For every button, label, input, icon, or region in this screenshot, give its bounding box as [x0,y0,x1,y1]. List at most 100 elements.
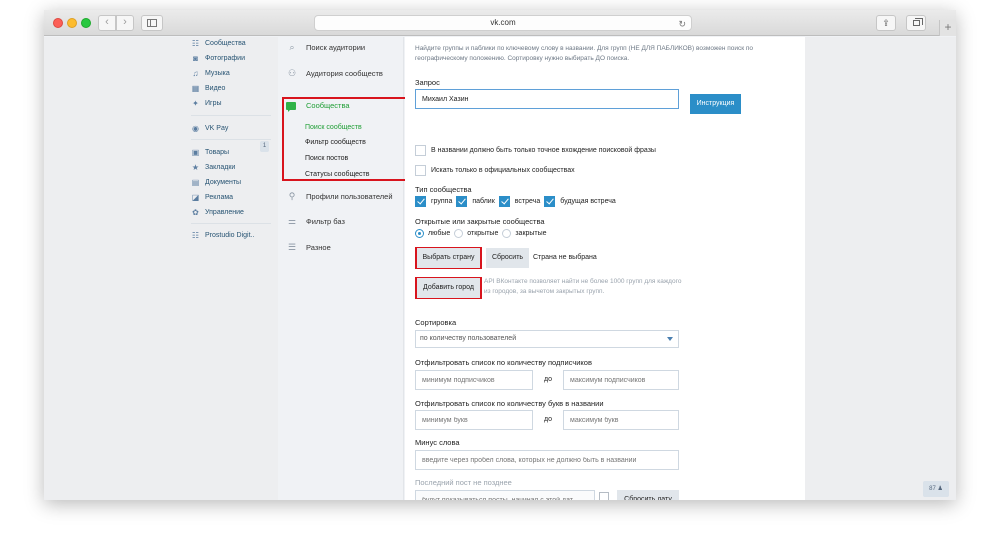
tool-menu: ⌕ Поиск аудитории ⚇ Аудитория сообществ … [278,37,408,500]
form-description: Найдите группы и паблики по ключевому сл… [415,45,754,62]
calendar-icon[interactable] [599,492,609,500]
right-empty-area [805,37,956,500]
photo-icon: ◙ [193,53,198,63]
type-option-public[interactable]: паблик [456,196,495,207]
goods-icon: ▣ [191,147,200,157]
subscribers-min-input[interactable] [415,370,533,390]
add-city-button[interactable]: Добавить город [417,278,480,298]
letters-min-input[interactable] [415,410,533,430]
vk-menu-label: Музыка [205,69,230,77]
vk-menu-item-video[interactable]: ▦ Видео [191,81,226,95]
vk-menu-item-vkpay[interactable]: ◉ VK Pay [191,121,228,135]
ads-icon: ◪ [191,192,200,202]
tool-submenu-community-statuses[interactable]: Статусы сообществ [305,171,369,178]
vk-menu-divider [191,139,271,140]
vk-menu-item-groups[interactable]: ☷ Сообщества [191,36,246,50]
tool-menu-item-misc[interactable]: ☰ Разное [286,240,331,254]
vk-menu-item-documents[interactable]: ▤ Документы [191,175,241,189]
groups-icon: ☷ [191,38,200,48]
access-option-closed[interactable]: закрытые [502,229,547,238]
share-button[interactable]: ⇪ [876,15,896,31]
vk-menu-item-photos[interactable]: ◙ Фотографии [191,51,245,65]
tool-menu-item-user-profiles[interactable]: ⚲ Профили пользователей [286,189,393,203]
access-closed-label: закрытые [515,230,547,237]
star-icon: ★ [191,162,200,172]
vk-menu-label: Товары [205,148,230,156]
tool-submenu-post-search[interactable]: Поиск постов [305,155,348,162]
tool-menu-section-label: Сообщества [306,101,350,110]
back-button[interactable]: ‹ [98,15,116,31]
type-future-event-label: будущая встреча [560,198,616,205]
vk-menu-label: Сообщества [205,39,246,47]
type-future-event-checkbox[interactable] [544,196,556,207]
address-bar[interactable]: vk.com ↻ [314,15,692,31]
access-open-radio[interactable] [454,229,464,238]
close-window-button[interactable] [53,18,63,28]
vk-menu-label: Видео [205,84,226,92]
letters-max-input[interactable] [563,410,679,430]
list-icon: ☰ [287,241,297,252]
tool-menu-item-audience-search[interactable]: ⌕ Поиск аудитории [286,40,365,54]
tool-menu-item-group-audience[interactable]: ⚇ Аудитория сообществ [286,66,383,80]
type-group-checkbox[interactable] [415,196,426,207]
type-event-label: встреча [514,198,541,205]
vk-menu-item-goods[interactable]: ▣ Товары [191,145,229,159]
reset-country-button[interactable]: Сбросить [486,248,529,268]
reset-date-button[interactable]: Сбросить дату [617,490,679,500]
tool-menu-item-communities[interactable]: Сообщества [286,101,350,112]
choose-country-button[interactable]: Выбрать страну [417,248,480,268]
vk-menu-item-prostudio[interactable]: ☷ Prostudio Digit.. [191,228,255,242]
type-option-future-event[interactable]: будущая встреча [544,196,616,207]
exact-match-checkbox[interactable] [415,145,426,156]
minimize-window-button[interactable] [67,18,77,28]
sidebar-icon [147,19,157,27]
query-input[interactable] [415,89,679,109]
exact-match-checkbox-row[interactable]: В названии должно быть только точное вхо… [415,145,656,156]
manage-icon: ✿ [192,207,199,217]
access-option-any[interactable]: любые [415,229,450,238]
tabs-overview-button[interactable] [906,15,926,31]
type-options: группа паблик встреча будущая встреча [415,196,620,207]
open-closed-label: Открытые или закрытые сообщества [415,217,545,226]
tool-menu-label: Разное [306,242,331,252]
access-option-open[interactable]: открытые [454,229,498,238]
last-post-date-input[interactable] [415,490,595,500]
vk-menu-item-music[interactable]: ♫ Музыка [191,66,230,80]
tool-menu-item-base-filter[interactable]: ⚌ Фильтр баз [286,214,345,228]
vk-menu-item-games[interactable]: ✦ Игры [191,96,221,110]
minus-words-input[interactable] [415,450,679,470]
subscribers-max-input[interactable] [563,370,679,390]
vk-menu-item-ads[interactable]: ◪ Реклама [191,190,233,204]
sort-select[interactable]: по количеству пользователей [415,330,679,348]
access-any-radio[interactable] [415,229,424,238]
type-public-label: паблик [472,198,495,205]
zoom-window-button[interactable] [81,18,91,28]
tool-submenu-community-search[interactable]: Поиск сообществ [305,124,362,131]
vk-menu-item-manage[interactable]: ✿ Управление [191,205,244,219]
browser-window: ‹ › vk.com ↻ ⇪ + ☷ Сообщества ◙ Фотограф… [44,10,956,500]
instruction-button[interactable]: Инструкция [690,94,741,114]
type-public-checkbox[interactable] [456,196,468,207]
music-icon: ♫ [192,68,199,78]
tool-submenu-community-filter[interactable]: Фильтр сообществ [305,139,366,146]
sidebar-toggle-button[interactable] [141,15,163,31]
community-search-form: Найдите группы и паблики по ключевому сл… [405,37,805,500]
subscribers-range-separator: до [544,376,552,383]
new-tab-button[interactable]: + [939,20,956,36]
type-event-checkbox[interactable] [498,196,510,207]
type-option-event[interactable]: встреча [498,196,541,207]
type-option-group[interactable]: группа [415,196,452,207]
type-group-label: группа [431,198,453,205]
reload-icon[interactable]: ↻ [678,17,686,31]
games-icon: ✦ [192,98,199,108]
forward-button[interactable]: › [116,15,134,31]
tool-menu-label: Фильтр баз [306,216,345,226]
vk-menu-item-bookmarks[interactable]: ★ Закладки [191,160,235,174]
official-only-checkbox-row[interactable]: Искать только в официальных сообществах [415,165,575,176]
query-label: Запрос [415,78,440,87]
tabs-icon [913,18,923,26]
access-closed-radio[interactable] [502,229,512,238]
official-only-checkbox[interactable] [415,165,426,176]
online-users-badge[interactable]: 87 ♟ [923,481,949,497]
vk-menu-label: Prostudio Digit.. [205,231,255,239]
